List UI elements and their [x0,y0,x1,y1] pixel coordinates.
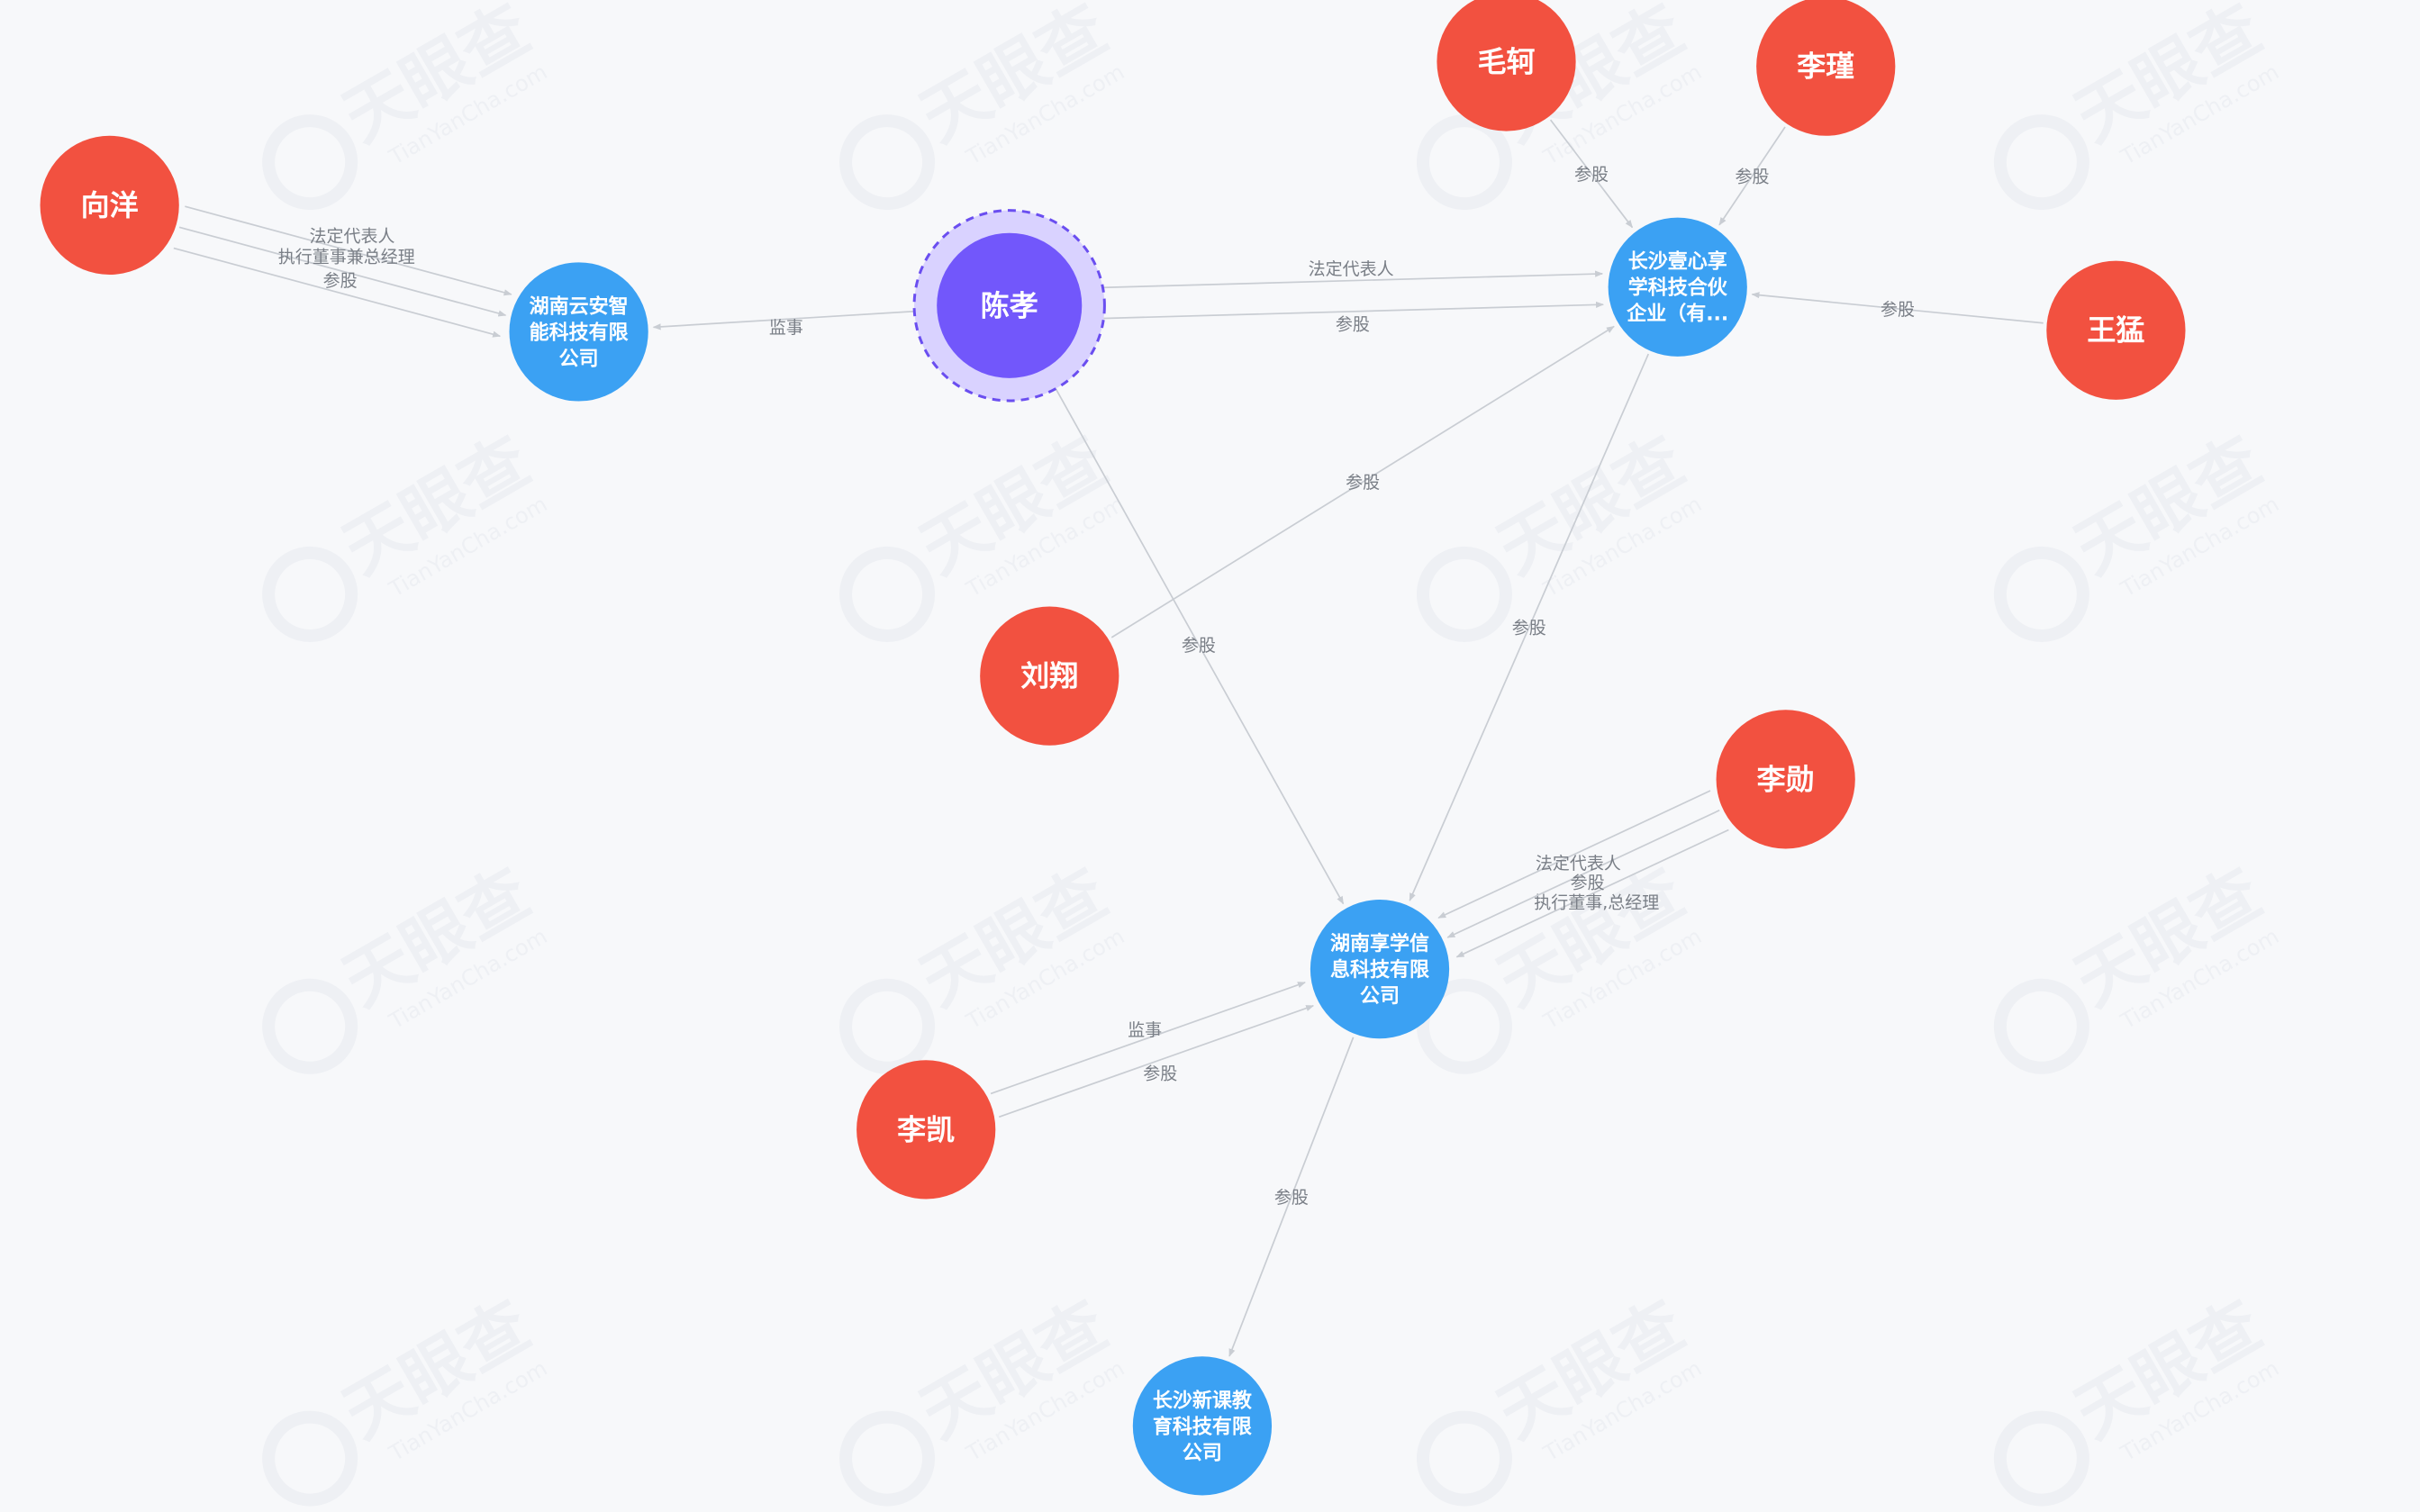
node-label: 李勋 [1757,762,1815,796]
graph-canvas: 天眼查TianYanCha.com 天眼查TianYanCha.com 天眼查Tia… [40,0,2283,1507]
node-label: 向洋 [81,188,139,222]
node-label: 能科技有限 [530,321,629,344]
edge-label: 参股 [1143,1064,1177,1083]
node-chenxiao[interactable]: 陈孝 [912,209,1106,403]
edge-label: 参股 [1736,167,1770,186]
edge-label: 法定代表人 [309,227,394,247]
node-cs_yixin[interactable]: 长沙壹心享学科技合伙企业（有... [1608,217,1747,357]
node-layer: 向洋湖南云安智能科技有限公司 陈孝 毛轲 李瑾长沙壹心享学科技合伙企业（有... 王猛刘… [40,0,2186,1496]
node-label: 李瑾 [1797,50,1854,84]
watermark: 天眼查TianYanCha.com [262,422,551,642]
node-liuxiang[interactable]: 刘翔 [980,606,1119,746]
edge-label: 法定代表人 [1536,854,1621,874]
node-label: 李凯 [897,1112,955,1146]
node-lijin[interactable]: 李瑾 [1756,0,1896,136]
watermark: 天眼查TianYanCha.com [262,855,551,1074]
watermark: 天眼查TianYanCha.com [262,0,551,211]
node-lixun[interactable]: 李勋 [1716,710,1855,849]
edge-label: 参股 [1182,636,1216,656]
edge-label: 参股 [1574,165,1609,185]
node-label: 息科技有限 [1330,958,1429,982]
node-xiangyang[interactable]: 向洋 [40,135,179,276]
watermark: 天眼查TianYanCha.com [839,855,1128,1074]
watermark-layer: 天眼查TianYanCha.com 天眼查TianYanCha.com 天眼查Tia… [262,0,2283,1507]
node-hn_xiangxue[interactable]: 湖南享学信息科技有限公司 [1310,900,1450,1039]
edge-label: 执行董事兼总经理 [278,248,415,267]
node-label: 湖南云安智 [530,294,629,318]
watermark: 天眼查TianYanCha.com [1416,422,1706,642]
node-wangmeng[interactable]: 王猛 [2046,260,2186,400]
node-cs_xinke[interactable]: 长沙新课教育科技有限公司 [1132,1356,1273,1496]
node-label: 公司 [1360,985,1400,1008]
watermark: 天眼查TianYanCha.com [1993,1286,2283,1507]
edge-label: 参股 [323,271,358,291]
node-label: 湖南享学信 [1330,932,1429,955]
node-label: 长沙新课教 [1153,1389,1253,1412]
node-label: 长沙壹心享 [1628,250,1727,274]
edge-label: 法定代表人 [1309,259,1394,279]
node-label: 毛轲 [1478,45,1536,79]
edge-label: 参股 [1512,619,1546,638]
node-label: 陈孝 [981,288,1038,322]
watermark: 天眼查TianYanCha.com [1993,0,2283,211]
edge-label: 参股 [1346,473,1380,493]
edge-label: 参股 [1571,874,1605,893]
watermark: 天眼查TianYanCha.com [262,1286,551,1507]
edge-label: 监事 [1128,1020,1162,1040]
node-label: 公司 [559,348,599,370]
node-label: 王猛 [2087,313,2144,348]
watermark: 天眼查TianYanCha.com [839,1286,1128,1507]
edge-label: 参股 [1336,315,1370,335]
watermark: 天眼查TianYanCha.com [839,0,1128,211]
node-label: 育科技有限 [1153,1415,1252,1438]
node-label: 刘翔 [1020,659,1078,693]
edge-label: 参股 [1881,300,1915,320]
relationship-graph[interactable]: 天眼查 TianYanCha.com 天眼查 TianYanCha.com 天眼查 Tia… [0,0,2420,1512]
edge-label: 参股 [1274,1188,1309,1208]
node-hn_yunan[interactable]: 湖南云安智能科技有限公司 [509,262,648,402]
watermark: 天眼查TianYanCha.com [1993,422,2283,642]
node-label: 学科技合伙 [1628,276,1728,300]
node-label: 公司 [1183,1442,1222,1464]
node-likai[interactable]: 李凯 [857,1060,996,1200]
watermark: 天眼查TianYanCha.com [1416,1286,1706,1507]
edge-label: 执行董事,总经理 [1534,892,1659,912]
edge-label: 监事 [769,318,803,338]
node-label: 企业（有... [1626,303,1728,326]
watermark: 天眼查TianYanCha.com [1993,855,2283,1074]
